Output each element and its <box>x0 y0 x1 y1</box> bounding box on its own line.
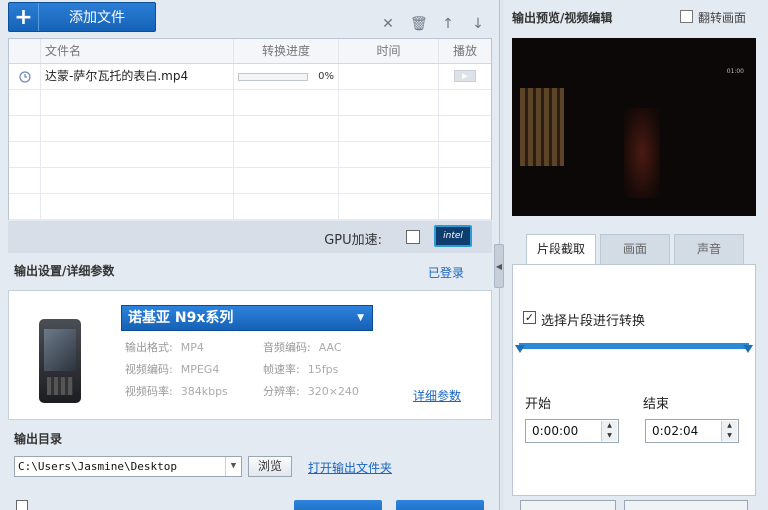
move-down-icon[interactable]: ↓ <box>470 16 486 32</box>
end-label: 结束 <box>643 397 670 412</box>
file-toolbar: + 添加文件 ✕ 🗑︎ ↑ ↓ <box>0 0 500 38</box>
start-time-value: 0:00:00 <box>532 424 579 438</box>
gpu-bar: GPU加速: intel <box>8 221 492 253</box>
chevron-down-icon[interactable]: ▼ <box>225 457 241 476</box>
video-preview[interactable]: 01:00 <box>512 38 756 216</box>
video-timestamp: 01:00 <box>726 68 744 75</box>
col-play: 播放 <box>452 44 477 58</box>
end-time-value: 0:02:04 <box>652 424 699 438</box>
edit-tabs: 片段截取 画面 声音 <box>526 234 744 266</box>
table-header: 文件名 转换进度 时间 播放 <box>9 39 491 64</box>
plus-icon: + <box>9 3 39 31</box>
output-settings-box: 诺基亚 N9x系列 ▼ 输出格式: MP4 音频编码: AAC 视频编码: MPEG4… <box>8 290 492 420</box>
tab-sound[interactable]: 声音 <box>674 234 744 264</box>
dropdown-arrow-icon: ▼ <box>357 313 364 323</box>
clock-icon <box>9 64 41 89</box>
table-row <box>9 168 491 194</box>
table-row <box>9 116 491 142</box>
tab-picture[interactable]: 画面 <box>600 234 670 264</box>
output-settings-title: 输出设置/详细参数 <box>14 264 115 278</box>
play-icon[interactable]: ▶ <box>454 70 476 82</box>
output-dir-title: 输出目录 <box>14 432 63 446</box>
progress-cell: 0% <box>234 64 339 89</box>
move-up-icon[interactable]: ↑ <box>440 16 456 32</box>
col-filename: 文件名 <box>41 39 234 63</box>
progress-bar <box>238 72 308 81</box>
flip-checkbox[interactable] <box>680 10 693 23</box>
device-select[interactable]: 诺基亚 N9x系列 ▼ <box>121 305 373 331</box>
param-video-codec: 视频编码: MPEG4 <box>125 363 220 376</box>
flip-label: 翻转画面 <box>698 11 747 25</box>
start-label: 开始 <box>525 397 552 412</box>
col-time: 时间 <box>339 39 439 63</box>
detail-params-link[interactable]: 详细参数 <box>413 387 461 404</box>
param-audio-codec: 音频编码: AAC <box>263 341 342 354</box>
output-dir-input[interactable]: C:\Users\Jasmine\Desktop ▼ <box>14 456 242 477</box>
browse-button[interactable]: 浏览 <box>248 456 292 477</box>
table-row[interactable]: 达蒙-萨尔瓦托的表白.mp4 0% ▶ <box>9 64 491 90</box>
bottom-checkbox[interactable] <box>16 500 28 510</box>
device-select-value: 诺基亚 N9x系列 <box>128 310 234 326</box>
file-name: 达蒙-萨尔瓦托的表白.mp4 <box>41 64 234 89</box>
table-row <box>9 90 491 116</box>
table-row <box>9 142 491 168</box>
table-row <box>9 194 491 220</box>
start-handle[interactable] <box>515 345 525 353</box>
start-time-input[interactable]: 0:00:00 ▲ ▼ <box>525 419 619 443</box>
preview-title: 输出预览/视频编辑 <box>512 11 613 25</box>
video-frame-light <box>624 108 660 198</box>
list-tools: ✕ 🗑︎ ↑ ↓ <box>380 16 486 32</box>
primary-action-button[interactable] <box>294 500 382 510</box>
open-output-folder-link[interactable]: 打开输出文件夹 <box>308 459 392 476</box>
collapse-panel-handle[interactable]: ◀ <box>494 244 504 288</box>
bottom-actions <box>0 494 500 510</box>
end-time-input[interactable]: 0:02:04 ▲ ▼ <box>645 419 739 443</box>
end-handle[interactable] <box>743 345 753 353</box>
right-bottom-button-1[interactable] <box>520 500 616 510</box>
clip-timeline-slider[interactable] <box>515 343 753 353</box>
col-spacer <box>9 39 41 63</box>
param-frame-rate: 帧速率: 15fps <box>263 363 339 376</box>
phone-image <box>39 319 81 403</box>
clip-label: 选择片段进行转换 <box>541 314 646 329</box>
file-table: 文件名 转换进度 时间 播放 达蒙-萨尔瓦托的表白.mp4 0% ▶ <box>8 38 492 220</box>
gpu-checkbox[interactable] <box>406 230 420 244</box>
end-spinner[interactable]: ▲ ▼ <box>721 421 737 441</box>
progress-value: 0% <box>318 71 334 82</box>
play-cell: ▶ <box>439 64 491 89</box>
param-bitrate: 视频码率: 384kbps <box>125 385 228 398</box>
right-bottom-button-2[interactable] <box>624 500 748 510</box>
clip-panel: ✓ 选择片段进行转换 开始 结束 0:00:00 ▲ ▼ 0:02:04 ▲ ▼ <box>512 264 756 496</box>
clip-checkbox[interactable]: ✓ <box>523 311 536 324</box>
intel-logo-icon[interactable]: intel <box>434 225 472 247</box>
left-panel: + 添加文件 ✕ 🗑︎ ↑ ↓ 文件名 转换进度 时间 播放 达蒙-萨尔瓦托的表… <box>0 0 500 510</box>
add-file-label: 添加文件 <box>69 10 125 26</box>
col-progress: 转换进度 <box>234 39 339 63</box>
trash-icon[interactable]: 🗑︎ <box>410 16 428 32</box>
gpu-label: GPU加速: <box>324 233 382 248</box>
time-cell <box>339 64 439 89</box>
right-bottom-buttons <box>512 500 756 510</box>
tab-clip[interactable]: 片段截取 <box>526 234 596 266</box>
right-panel: 输出预览/视频编辑 翻转画面 01:00 片段截取 画面 声音 ✓ 选择片段进行… <box>504 0 768 510</box>
param-format: 输出格式: MP4 <box>125 341 204 354</box>
start-spinner[interactable]: ▲ ▼ <box>601 421 617 441</box>
param-resolution: 分辨率: 320×240 <box>263 385 359 398</box>
login-link[interactable]: 已登录 <box>428 264 464 281</box>
video-frame-window <box>520 88 564 166</box>
output-dir-value: C:\Users\Jasmine\Desktop <box>18 460 177 473</box>
add-file-button[interactable]: + 添加文件 <box>8 2 156 32</box>
remove-icon[interactable]: ✕ <box>380 16 396 32</box>
secondary-action-button[interactable] <box>396 500 484 510</box>
